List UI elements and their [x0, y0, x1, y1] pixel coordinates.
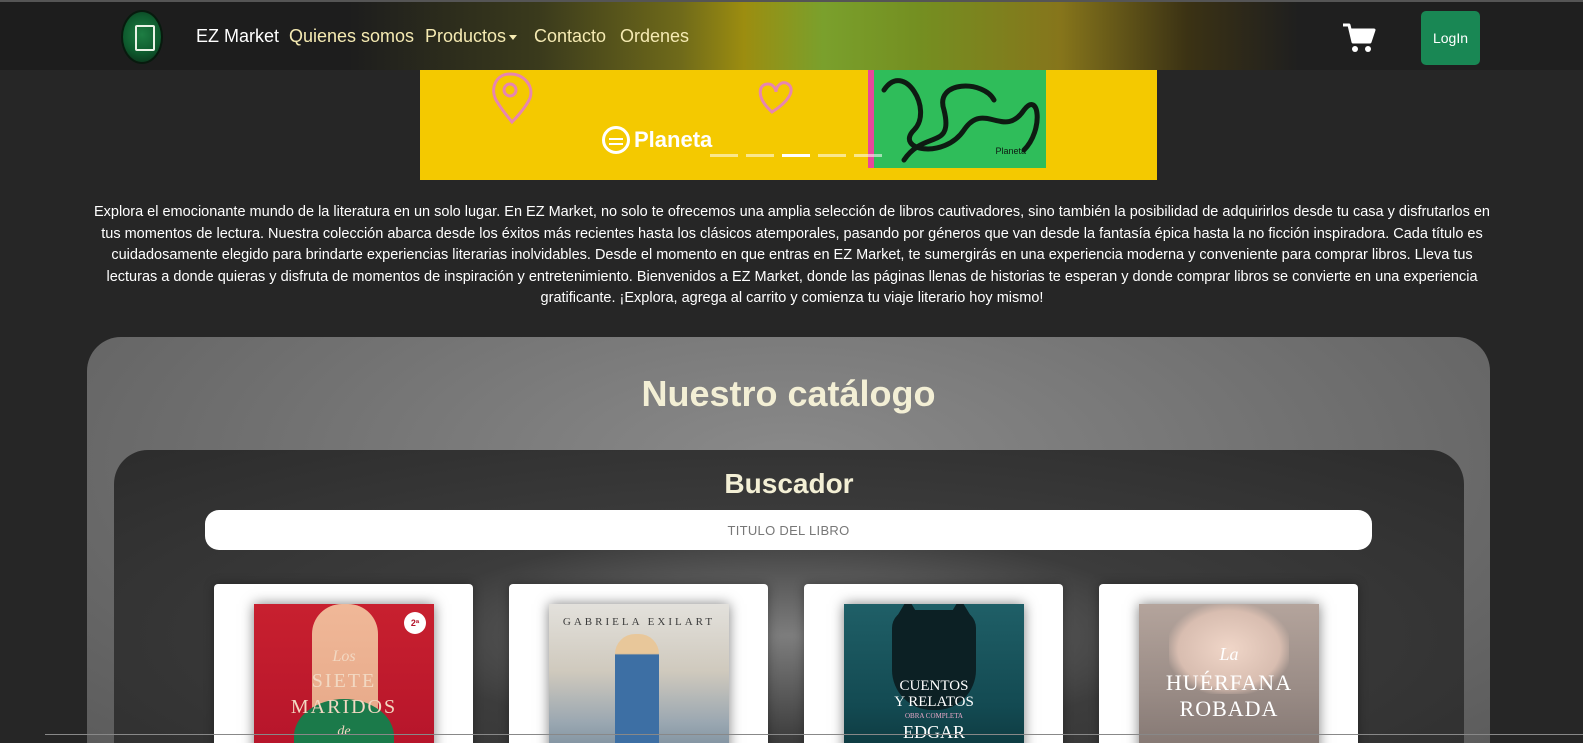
- caret-down-icon: [509, 34, 518, 40]
- edition-badge: 2ª: [404, 612, 426, 634]
- banner-book-brand: Planeta: [995, 146, 1026, 156]
- book-card[interactable]: 2ª Los SIETE MARIDOS de: [214, 584, 473, 743]
- search-panel: Buscador 2ª Los SIETE MARIDOS de GABRIEL…: [114, 450, 1464, 743]
- nav-link-contacto[interactable]: Contacto: [534, 26, 606, 47]
- cover-title-line: La: [1219, 644, 1239, 664]
- horizontal-scrollbar[interactable]: [45, 734, 1583, 735]
- cover-title-line: Los: [332, 648, 356, 665]
- banner-brand-text: Planeta: [634, 127, 713, 152]
- cover-title-line: CUENTOS: [899, 678, 969, 694]
- nav-link-productos[interactable]: Productos: [425, 26, 518, 47]
- navbar: EZ Market Quienes somos Productos Contac…: [0, 0, 1583, 70]
- nav-link-productos-label: Productos: [425, 26, 507, 46]
- banner-carousel[interactable]: Planeta Planeta: [420, 70, 1157, 180]
- catalog-title: Nuestro catálogo: [641, 373, 936, 414]
- heart-doodle-icon: [758, 81, 793, 114]
- search-input[interactable]: [205, 510, 1372, 550]
- cover-title-line: de: [337, 724, 351, 739]
- catalog-section: Nuestro catálogo Buscador 2ª Los SIETE M…: [87, 337, 1490, 743]
- carousel-indicator[interactable]: [746, 154, 774, 157]
- book-card[interactable]: CUENTOS Y RELATOS OBRA COMPLETA EDGAR: [804, 584, 1063, 743]
- intro-paragraph: Explora el emocionante mundo de la liter…: [93, 204, 1490, 307]
- cover-title-line: ROBADA: [1179, 696, 1279, 721]
- nav-link-ordenes[interactable]: Ordenes: [620, 26, 689, 47]
- nav-brand-link[interactable]: EZ Market: [196, 26, 279, 47]
- cover-author: EDGAR: [903, 722, 965, 742]
- book-card[interactable]: La HUÉRFANA ROBADA: [1099, 584, 1358, 743]
- carousel-indicator[interactable]: [710, 154, 738, 157]
- planeta-logo-icon: [602, 126, 630, 154]
- nav-link-quienes-somos[interactable]: Quienes somos: [289, 26, 414, 47]
- book-cover[interactable]: GABRIELA EXILART: [549, 604, 729, 743]
- cover-author: GABRIELA EXILART: [562, 616, 716, 628]
- carousel-indicator[interactable]: [854, 154, 882, 157]
- cover-title-line: SIETE: [311, 670, 377, 692]
- banner-brand: Planeta: [602, 126, 712, 154]
- login-button[interactable]: LogIn: [1421, 11, 1480, 65]
- cover-title-line: Y RELATOS: [894, 694, 974, 710]
- book-cover[interactable]: La HUÉRFANA ROBADA: [1139, 604, 1319, 743]
- cover-figure: [615, 634, 659, 743]
- banner-book-image: Planeta: [868, 70, 1046, 168]
- book-cover[interactable]: 2ª Los SIETE MARIDOS de: [254, 604, 434, 743]
- carousel-indicators: [710, 154, 882, 157]
- carousel-indicator[interactable]: [818, 154, 846, 157]
- cover-title-line: MARIDOS: [290, 696, 398, 718]
- search-title: Buscador: [724, 468, 854, 499]
- carousel-indicator-active[interactable]: [782, 154, 810, 157]
- book-card[interactable]: GABRIELA EXILART: [509, 584, 768, 743]
- location-pin-icon: [492, 72, 533, 125]
- book-cover[interactable]: CUENTOS Y RELATOS OBRA COMPLETA EDGAR: [844, 604, 1024, 743]
- cover-title-line: HUÉRFANA: [1165, 670, 1293, 695]
- shopping-cart-icon[interactable]: [1342, 22, 1376, 54]
- cover-subtitle: OBRA COMPLETA: [905, 712, 963, 720]
- store-logo-icon[interactable]: [121, 10, 163, 64]
